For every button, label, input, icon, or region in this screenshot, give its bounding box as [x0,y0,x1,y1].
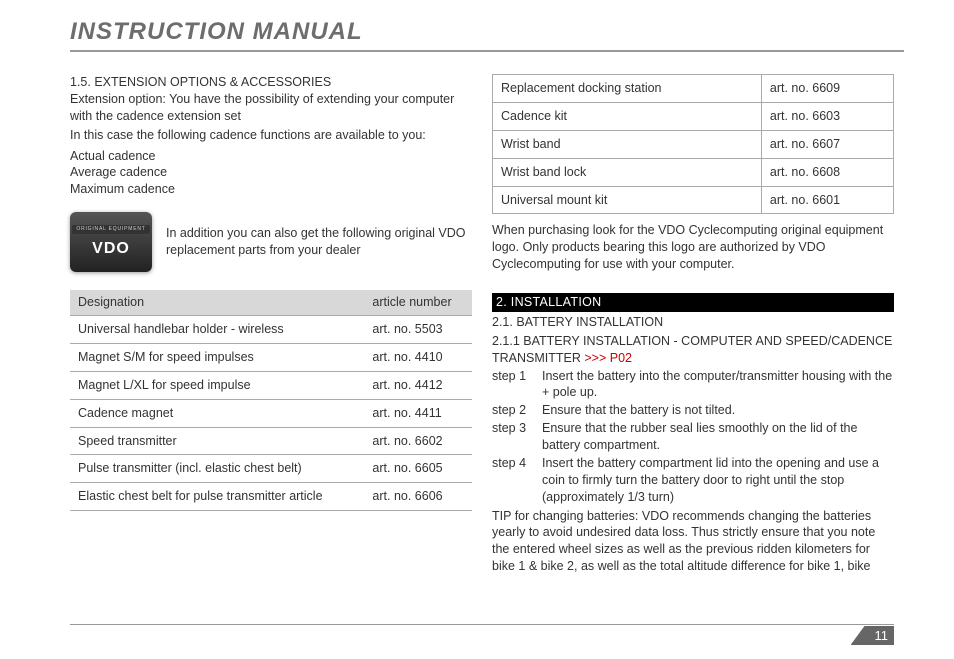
step-row: step 2 Ensure that the battery is not til… [492,402,894,419]
article-cell: art. no. 4411 [364,399,472,427]
step-label: step 4 [492,455,534,506]
left-column: 1.5. EXTENSION OPTIONS & ACCESSORIES Ext… [70,74,472,577]
table-header-article: article number [364,290,472,315]
designation-cell: Speed transmitter [70,427,364,455]
purchase-note: When purchasing look for the VDO Cycleco… [492,222,894,273]
designation-cell: Magnet L/XL for speed impulse [70,371,364,399]
table-row: Universal handlebar holder - wirelessart… [70,316,472,344]
table-row: Wrist bandart. no. 6607 [493,130,894,158]
header-rule [70,50,904,52]
extension-intro-2: In this case the following cadence funct… [70,127,472,144]
step-text: Ensure that the battery is not tilted. [542,402,894,419]
table-row: Pulse transmitter (incl. elastic chest b… [70,455,472,483]
columns: 1.5. EXTENSION OPTIONS & ACCESSORIES Ext… [70,74,894,577]
cadence-list: Actual cadence Average cadence Maximum c… [70,148,472,199]
table-row: Cadence magnetart. no. 4411 [70,399,472,427]
article-cell: art. no. 4410 [364,343,472,371]
section-2-1-1-heading: 2.1.1 BATTERY INSTALLATION - COMPUTER AN… [492,333,894,367]
designation-cell: Wrist band lock [493,158,762,186]
article-cell: art. no. 6602 [364,427,472,455]
article-cell: art. no. 6608 [761,158,893,186]
designation-cell: Cadence kit [493,102,762,130]
article-cell: art. no. 6601 [761,186,893,214]
footer-rule [70,624,894,625]
cadence-item: Maximum cadence [70,181,472,198]
article-cell: art. no. 4412 [364,371,472,399]
table-header-designation: Designation [70,290,364,315]
step-row: step 4Insert the battery compartment lid… [492,455,894,506]
step-text: Insert the battery into the computer/tra… [542,368,894,402]
designation-cell: Wrist band [493,130,762,158]
table-row: Cadence kitart. no. 6603 [493,102,894,130]
table-row: Magnet S/M for speed impulsesart. no. 44… [70,343,472,371]
section-1-5-heading: 1.5. EXTENSION OPTIONS & ACCESSORIES [70,74,472,91]
designation-cell: Cadence magnet [70,399,364,427]
page: INSTRUCTION MANUAL 1.5. EXTENSION OPTION… [0,0,954,595]
logo-row: ORIGINAL EQUIPMENT VDO In addition you c… [70,212,472,272]
step-label: step 2 [492,402,534,419]
designation-cell: Universal handlebar holder - wireless [70,316,364,344]
page-number: 11 [851,626,895,645]
right-column: Replacement docking stationart. no. 6609… [492,74,894,577]
step-row: step 1Insert the battery into the comput… [492,368,894,402]
parts-table-right: Replacement docking stationart. no. 6609… [492,74,894,214]
page-ref: >>> P02 [584,351,632,365]
vdo-logo: ORIGINAL EQUIPMENT VDO [70,212,152,272]
extension-intro-1: Extension option: You have the possibili… [70,91,472,125]
article-cell: art. no. 6605 [364,455,472,483]
cadence-item: Average cadence [70,164,472,181]
logo-caption: In addition you can also get the followi… [166,225,472,259]
cadence-item: Actual cadence [70,148,472,165]
section-2-heading: 2. INSTALLATION [492,293,894,312]
steps-list: step 1Insert the battery into the comput… [492,368,894,506]
section-2-1-1-text: 2.1.1 BATTERY INSTALLATION - COMPUTER AN… [492,334,892,365]
logo-top-text: ORIGINAL EQUIPMENT [72,225,149,234]
battery-tip: TIP for changing batteries: VDO recommen… [492,508,894,576]
step-text: Insert the battery compartment lid into … [542,455,894,506]
article-cell: art. no. 5503 [364,316,472,344]
designation-cell: Pulse transmitter (incl. elastic chest b… [70,455,364,483]
article-cell: art. no. 6603 [761,102,893,130]
article-cell: art. no. 6607 [761,130,893,158]
article-cell: art. no. 6606 [364,483,472,511]
table-row: Replacement docking stationart. no. 6609 [493,75,894,103]
step-label: step 3 [492,420,534,454]
table-row: Universal mount kitart. no. 6601 [493,186,894,214]
designation-cell: Universal mount kit [493,186,762,214]
table-row: Magnet L/XL for speed impulseart. no. 44… [70,371,472,399]
step-label: step 1 [492,368,534,402]
table-row: Elastic chest belt for pulse transmitter… [70,483,472,511]
section-2-1-heading: 2.1. BATTERY INSTALLATION [492,314,894,331]
step-text: Ensure that the rubber seal lies smoothl… [542,420,894,454]
page-title: INSTRUCTION MANUAL [70,18,894,46]
designation-cell: Replacement docking station [493,75,762,103]
table-row: Wrist band lockart. no. 6608 [493,158,894,186]
table-row: Speed transmitter art. no. 6602 [70,427,472,455]
designation-cell: Magnet S/M for speed impulses [70,343,364,371]
article-cell: art. no. 6609 [761,75,893,103]
designation-cell: Elastic chest belt for pulse transmitter… [70,483,364,511]
parts-table-left: Designation article number Universal han… [70,290,472,511]
logo-main-text: VDO [92,238,130,260]
step-row: step 3Ensure that the rubber seal lies s… [492,420,894,454]
